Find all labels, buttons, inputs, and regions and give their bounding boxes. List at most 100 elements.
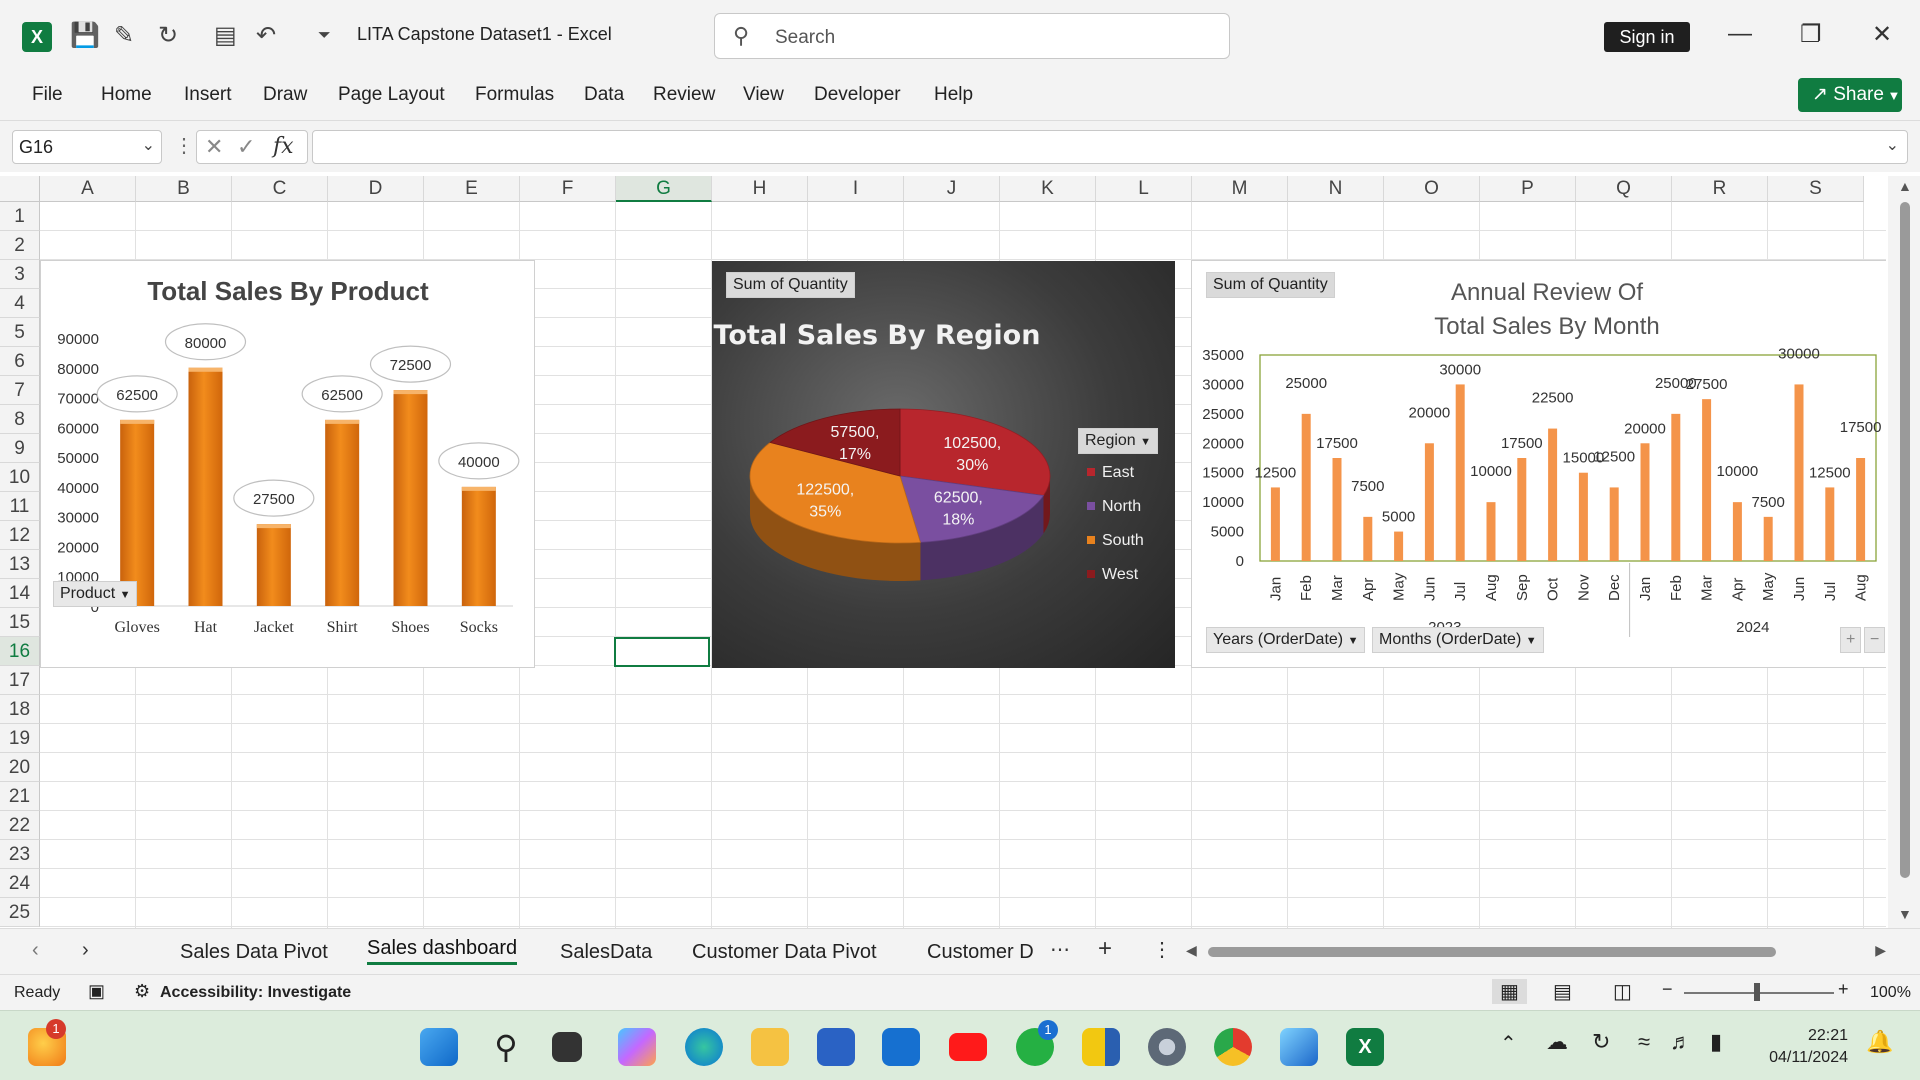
- legend-label-south[interactable]: South: [1102, 532, 1144, 549]
- month-bar-7[interactable]: [1486, 502, 1496, 561]
- zoom-in-icon[interactable]: +: [1838, 979, 1849, 1000]
- column-header-l[interactable]: L: [1096, 176, 1192, 202]
- month-bar-14[interactable]: [1702, 399, 1712, 561]
- insert-function-icon[interactable]: fx: [273, 134, 294, 159]
- menu-data[interactable]: Data: [584, 84, 624, 106]
- legend-label-north[interactable]: North: [1102, 498, 1141, 515]
- menu-view[interactable]: View: [743, 84, 784, 106]
- chart-total-sales-by-region[interactable]: Total Sales By Region 102500, 30% 62500, 18…: [712, 261, 1175, 668]
- row-header-9[interactable]: 9: [0, 434, 40, 463]
- column-header-j[interactable]: J: [904, 176, 1000, 202]
- customize-quick-access-icon[interactable]: ⏷: [318, 20, 331, 52]
- restore-icon[interactable]: ❐: [1800, 20, 1822, 49]
- zoom-level[interactable]: 100%: [1870, 984, 1911, 1002]
- chrome-icon[interactable]: [1214, 1028, 1252, 1066]
- zoom-out-icon[interactable]: −: [1662, 979, 1673, 1000]
- row-header-23[interactable]: 23: [0, 840, 40, 869]
- column-header-g[interactable]: G: [616, 176, 712, 202]
- chart-total-sales-by-product[interactable]: Total Sales By Product 90000 80000 70000 60…: [40, 260, 535, 668]
- menu-review[interactable]: Review: [653, 84, 715, 106]
- more-icon[interactable]: ⋮: [174, 133, 194, 158]
- tab-customer-d[interactable]: Customer D: [927, 941, 1034, 964]
- notifications-bell-icon[interactable]: 🔔: [1866, 1029, 1893, 1055]
- status-accessibility[interactable]: Accessibility: Investigate: [160, 984, 351, 1002]
- row-header-11[interactable]: 11: [0, 492, 40, 521]
- menu-developer[interactable]: Developer: [814, 84, 901, 106]
- power-bi-icon[interactable]: [1082, 1028, 1120, 1066]
- sheet-options-icon[interactable]: ⋮: [1152, 937, 1172, 962]
- row-header-16[interactable]: 16: [0, 637, 40, 666]
- page-layout-view-icon[interactable]: ▤: [1553, 979, 1572, 1004]
- vertical-scrollbar[interactable]: ▲ ▼: [1888, 176, 1920, 928]
- month-bar-12[interactable]: [1640, 443, 1650, 561]
- row-header-2[interactable]: 2: [0, 231, 40, 260]
- row-header-15[interactable]: 15: [0, 608, 40, 637]
- month-bar-10[interactable]: [1578, 472, 1588, 561]
- month-bar-16[interactable]: [1763, 516, 1773, 561]
- product-field-button[interactable]: Product ▼: [53, 581, 138, 607]
- autosave-icon[interactable]: ✎: [114, 20, 134, 52]
- row-header-19[interactable]: 19: [0, 724, 40, 753]
- column-header-c[interactable]: C: [232, 176, 328, 202]
- horizontal-scrollbar[interactable]: ◀ ▶: [1186, 942, 1886, 959]
- selected-cell[interactable]: [614, 637, 710, 667]
- column-header-b[interactable]: B: [136, 176, 232, 202]
- row-header-20[interactable]: 20: [0, 753, 40, 782]
- menu-draw[interactable]: Draw: [263, 84, 307, 106]
- vertical-scroll-thumb[interactable]: [1900, 202, 1910, 878]
- clock[interactable]: 22:21 04/11/2024: [1748, 1025, 1848, 1069]
- prev-sheet-icon[interactable]: ‹: [32, 939, 39, 962]
- scroll-right-icon[interactable]: ▶: [1875, 942, 1886, 959]
- close-icon[interactable]: ✕: [1872, 20, 1892, 49]
- share-button[interactable]: ↗ Share ▼: [1798, 78, 1902, 112]
- row-header-5[interactable]: 5: [0, 318, 40, 347]
- bar-jacket[interactable]: [256, 524, 291, 606]
- row-header-24[interactable]: 24: [0, 869, 40, 898]
- column-header-r[interactable]: R: [1672, 176, 1768, 202]
- macro-recording-icon[interactable]: ▣: [88, 981, 105, 1002]
- start-icon[interactable]: [420, 1028, 458, 1066]
- bar-shoes[interactable]: [393, 390, 428, 606]
- month-bar-5[interactable]: [1424, 443, 1434, 561]
- row-header-13[interactable]: 13: [0, 550, 40, 579]
- youtube-icon[interactable]: [949, 1033, 987, 1061]
- month-bar-15[interactable]: [1732, 502, 1742, 561]
- column-header-a[interactable]: A: [40, 176, 136, 202]
- row-header-6[interactable]: 6: [0, 347, 40, 376]
- menu-page-layout[interactable]: Page Layout: [338, 84, 445, 106]
- outlook-icon[interactable]: [882, 1028, 920, 1066]
- expand-field-icon[interactable]: +: [1840, 627, 1862, 653]
- normal-view-icon[interactable]: ▦: [1492, 979, 1527, 1004]
- tab-customer-data-pivot[interactable]: Customer Data Pivot: [692, 941, 877, 964]
- row-header-10[interactable]: 10: [0, 463, 40, 492]
- month-bar-0[interactable]: [1270, 487, 1280, 561]
- add-sheet-icon[interactable]: +: [1098, 935, 1112, 963]
- row-header-21[interactable]: 21: [0, 782, 40, 811]
- month-bar-17[interactable]: [1794, 384, 1804, 561]
- task-view-icon[interactable]: [552, 1032, 582, 1062]
- month-bar-18[interactable]: [1825, 487, 1835, 561]
- row-header-4[interactable]: 4: [0, 289, 40, 318]
- menu-formulas[interactable]: Formulas: [475, 84, 554, 106]
- volume-icon[interactable]: ♬: [1670, 1029, 1692, 1055]
- sign-in-button[interactable]: Sign in: [1604, 22, 1690, 52]
- enter-icon[interactable]: ✓: [237, 134, 255, 160]
- battery-icon[interactable]: ▮: [1710, 1029, 1722, 1055]
- row-header-14[interactable]: 14: [0, 579, 40, 608]
- month-bar-11[interactable]: [1609, 487, 1619, 561]
- row-header-12[interactable]: 12: [0, 521, 40, 550]
- name-box[interactable]: G16 ⌄: [12, 130, 162, 164]
- wifi-icon[interactable]: ≈: [1638, 1029, 1650, 1055]
- legend-label-west[interactable]: West: [1102, 566, 1139, 583]
- row-header-1[interactable]: 1: [0, 202, 40, 231]
- month-bar-4[interactable]: [1394, 531, 1404, 561]
- redo-icon[interactable]: ↻: [158, 20, 178, 52]
- month-bar-6[interactable]: [1455, 384, 1465, 561]
- column-header-h[interactable]: H: [712, 176, 808, 202]
- settings-icon[interactable]: [1148, 1028, 1186, 1066]
- accessibility-icon[interactable]: ⚙: [134, 981, 150, 1002]
- row-header-18[interactable]: 18: [0, 695, 40, 724]
- tab-sales-dashboard[interactable]: Sales dashboard: [367, 937, 518, 965]
- sync-icon[interactable]: ↻: [1592, 1029, 1610, 1055]
- form-icon[interactable]: ▤: [214, 20, 237, 52]
